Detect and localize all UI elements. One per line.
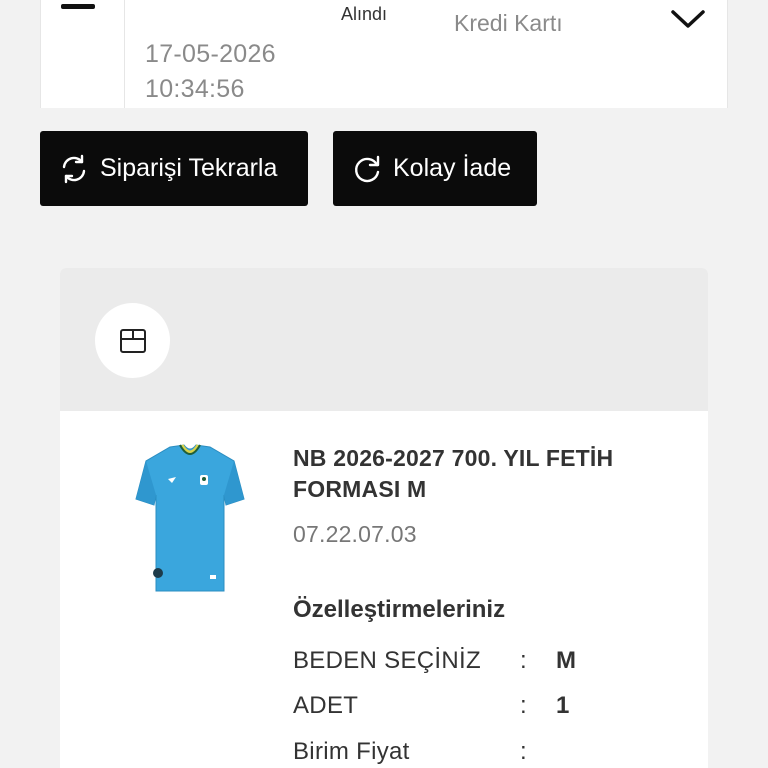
product-panel-header bbox=[60, 268, 708, 411]
attribute-row-quantity: ADET : 1 bbox=[293, 692, 673, 722]
minus-icon[interactable] bbox=[61, 4, 95, 9]
order-date: 17-05-2026 bbox=[145, 40, 276, 68]
product-panel: NB 2026-2027 700. YIL FETİH FORMASI M 07… bbox=[60, 268, 708, 768]
attribute-label: Birim Fiyat bbox=[293, 738, 410, 765]
product-body: NB 2026-2027 700. YIL FETİH FORMASI M 07… bbox=[60, 411, 708, 768]
jersey-image[interactable] bbox=[134, 441, 246, 597]
attribute-row-unit-price: Birim Fiyat : bbox=[293, 738, 673, 768]
product-title[interactable]: NB 2026-2027 700. YIL FETİH FORMASI M bbox=[293, 443, 623, 505]
customizations-heading: Özelleştirmeleriniz bbox=[293, 596, 506, 623]
package-badge bbox=[95, 303, 170, 378]
refresh-icon bbox=[62, 154, 86, 183]
box-icon bbox=[119, 328, 146, 353]
reorder-button-label: Siparişi Tekrarla bbox=[100, 154, 278, 182]
easy-return-button-label: Kolay İade bbox=[393, 154, 512, 182]
attribute-label: BEDEN SEÇİNİZ bbox=[293, 647, 481, 674]
order-time: 10:34:56 bbox=[145, 75, 245, 103]
product-code: 07.22.07.03 bbox=[293, 521, 417, 547]
reorder-button[interactable]: Siparişi Tekrarla bbox=[40, 131, 308, 206]
attribute-separator: : bbox=[520, 692, 527, 719]
attribute-separator: : bbox=[520, 738, 527, 765]
attribute-row-size: BEDEN SEÇİNİZ : M bbox=[293, 647, 673, 677]
easy-return-button[interactable]: Kolay İade bbox=[333, 131, 537, 206]
attribute-value: 1 bbox=[556, 692, 570, 719]
payment-method: Kredi Kartı bbox=[454, 10, 563, 36]
attribute-label: ADET bbox=[293, 692, 359, 719]
attribute-separator: : bbox=[520, 647, 527, 674]
order-status: Alındı bbox=[341, 4, 388, 24]
return-icon bbox=[354, 155, 380, 182]
order-actions: Siparişi Tekrarla Kolay İade bbox=[22, 108, 747, 248]
column-divider bbox=[124, 0, 125, 108]
attribute-value: M bbox=[556, 647, 576, 674]
order-detail-page: Alındı 17-05-2026 10:34:56 Kredi Kartı S… bbox=[0, 0, 768, 768]
order-summary-card: Alındı 17-05-2026 10:34:56 Kredi Kartı bbox=[40, 0, 728, 110]
chevron-down-icon[interactable] bbox=[669, 6, 707, 32]
